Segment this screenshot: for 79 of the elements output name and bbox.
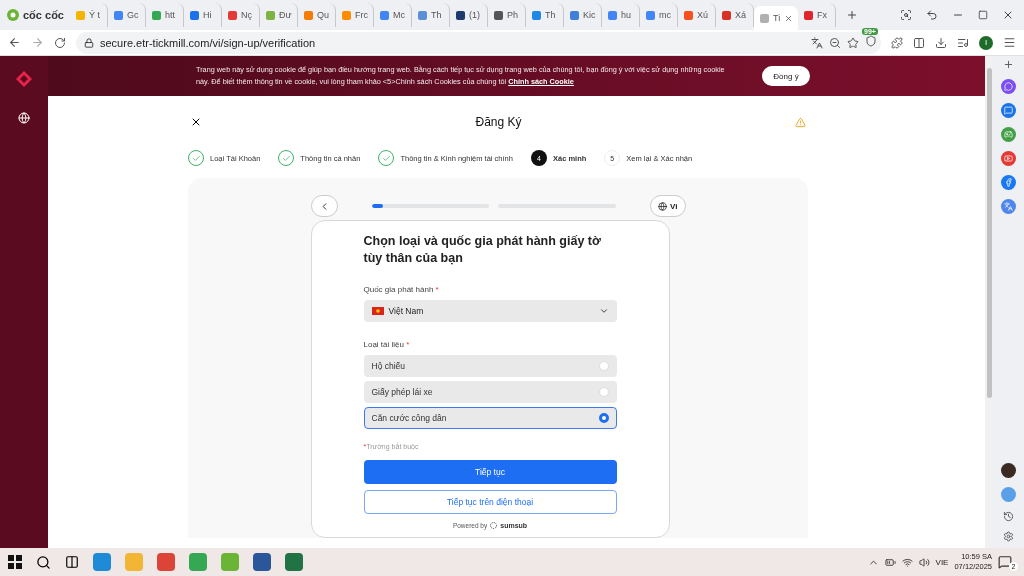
document-option[interactable]: Giấy phép lái xe [363,381,617,403]
logo-icon [15,70,33,88]
logo-icon [6,8,20,22]
close-icon[interactable] [190,116,202,128]
browser-tab[interactable]: Đư [259,3,298,27]
history-icon[interactable] [1003,511,1014,522]
browser-tab[interactable]: Frc [335,3,374,27]
lock-icon [84,37,94,48]
globe-icon[interactable] [18,112,30,124]
maximize-icon[interactable] [978,10,988,20]
accept-button[interactable]: Đồng ý [762,66,810,86]
brand-icon [490,522,498,529]
browser-brand: cốc cốc [23,9,64,21]
battery-icon[interactable] [884,556,896,568]
country-select[interactable]: Việt Nam [363,300,617,322]
browser-tab[interactable]: Ý t [69,3,108,27]
extensions-icon[interactable] [891,36,903,49]
browser-tab[interactable]: hu [601,3,640,27]
browser-tab[interactable]: Gc [107,3,146,27]
browser-tab[interactable]: Hi [183,3,222,27]
continue-button[interactable]: Tiếp tục [363,460,617,484]
app-icon[interactable] [1001,463,1016,478]
browser-tab[interactable]: (1) [449,3,488,27]
continue-on-phone-button[interactable]: Tiếp tục trên điện thoại [363,490,617,514]
globe-icon [658,201,668,211]
profile-avatar[interactable]: I [979,35,993,50]
input-language[interactable]: VIE [935,557,949,567]
browser-tab[interactable]: Kic [563,3,602,27]
reload-icon[interactable] [54,36,66,49]
star-icon[interactable] [847,36,859,49]
browser-tab[interactable]: Xá [715,3,754,27]
add-icon[interactable] [1003,59,1014,70]
flag-icon [371,307,384,315]
game-icon[interactable] [1001,127,1016,142]
zoom-out-icon[interactable] [829,36,841,49]
page-title: Đăng Ký [475,115,522,129]
search-tabs-icon[interactable] [900,9,912,21]
card-title: Chọn loại và quốc gia phát hành giấy tờ tùy thân của bạn [363,233,602,267]
browser-tab[interactable]: Nç [221,3,260,27]
settings-icon[interactable] [1003,531,1014,542]
browser-tab[interactable]: Th [411,3,450,27]
document-option[interactable]: Hộ chiếu [363,355,617,377]
browser-tab[interactable]: Ti [753,6,798,30]
radio-button[interactable] [598,413,609,423]
new-tab-icon[interactable] [845,9,858,21]
media-icon[interactable] [957,36,969,49]
scrollbar-thumb[interactable] [986,68,992,398]
messenger-icon[interactable] [1001,79,1016,94]
translate-icon[interactable] [811,36,823,49]
field-label: Loại tài liệu * [363,340,411,349]
forward-icon[interactable] [31,36,44,49]
split-view-icon[interactable] [913,36,925,49]
download-icon[interactable] [935,36,947,49]
browser-tab[interactable]: htt [145,3,184,27]
field-label: Quốc gia phát hành * [363,285,440,294]
start-icon[interactable] [8,555,22,569]
browser-tab[interactable]: Fx [797,3,836,27]
browser-tab[interactable]: Th [525,3,564,27]
undo-icon[interactable] [926,9,938,21]
translate-icon[interactable] [1001,199,1016,214]
language-button[interactable]: Vi [650,195,686,217]
back-icon[interactable] [8,36,21,49]
browser-tab[interactable]: Mc [373,3,412,27]
volume-icon[interactable] [918,556,930,568]
close-icon[interactable] [1002,9,1014,21]
browser-tab[interactable]: Xú [677,3,716,27]
chat-icon[interactable] [1001,103,1016,118]
browser-tab[interactable]: mc [639,3,678,27]
shield-icon[interactable] [865,34,877,47]
chevron-down-icon [598,306,609,316]
wifi-icon[interactable] [901,556,913,568]
menu-icon[interactable] [1003,36,1016,49]
browser-tab[interactable]: Ph [487,3,526,27]
video-icon[interactable] [1001,151,1016,166]
facebook-icon[interactable] [1001,175,1016,190]
search-icon[interactable] [36,554,51,570]
document-option[interactable]: Căn cước công dân [363,407,617,429]
browser-tab[interactable]: Qu [297,3,336,27]
task-view-icon[interactable] [65,555,79,569]
